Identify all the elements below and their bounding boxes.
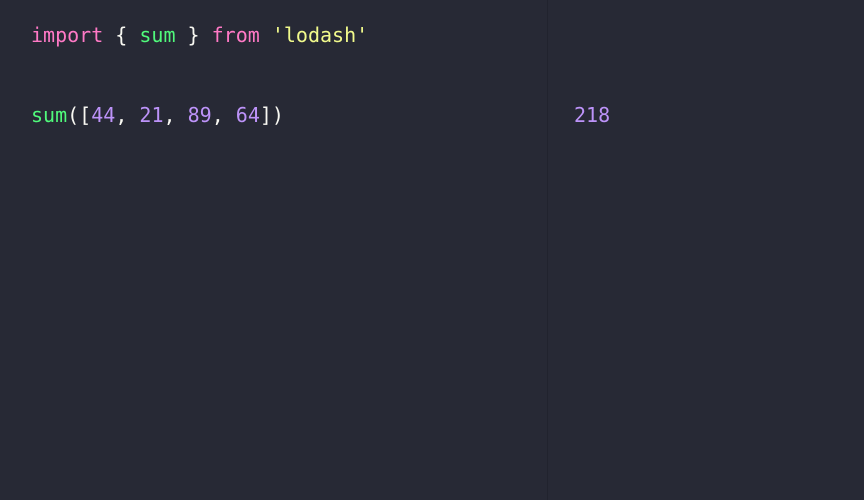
token-comma-2: ,	[163, 103, 188, 127]
token-brace-close: }	[175, 23, 212, 47]
token-number-3: 89	[187, 103, 212, 127]
token-number-2: 21	[139, 103, 164, 127]
token-keyword-from: from	[211, 23, 260, 47]
token-imported-name: sum	[139, 23, 176, 47]
result-line-2-value: 218	[574, 103, 611, 127]
result-line-1-empty	[574, 18, 864, 98]
editor-pane[interactable]: import { sum } from 'lodash' sum([44, 21…	[0, 0, 548, 500]
code-playground: import { sum } from 'lodash' sum([44, 21…	[0, 0, 864, 500]
token-comma-1: ,	[115, 103, 140, 127]
token-number-1: 44	[91, 103, 116, 127]
results-pane: 218	[548, 0, 864, 500]
token-comma-3: ,	[211, 103, 236, 127]
token-brace-open: {	[103, 23, 140, 47]
token-number-4: 64	[235, 103, 260, 127]
token-open-bracket: ([	[67, 103, 92, 127]
token-close-bracket: ])	[259, 103, 284, 127]
token-function-name: sum	[31, 103, 68, 127]
code-line-1[interactable]: import { sum } from 'lodash'	[31, 18, 547, 98]
token-module-string: 'lodash'	[271, 23, 369, 47]
token-keyword-import: import	[31, 23, 104, 47]
code-line-2[interactable]: sum([44, 21, 89, 64])	[31, 98, 547, 178]
